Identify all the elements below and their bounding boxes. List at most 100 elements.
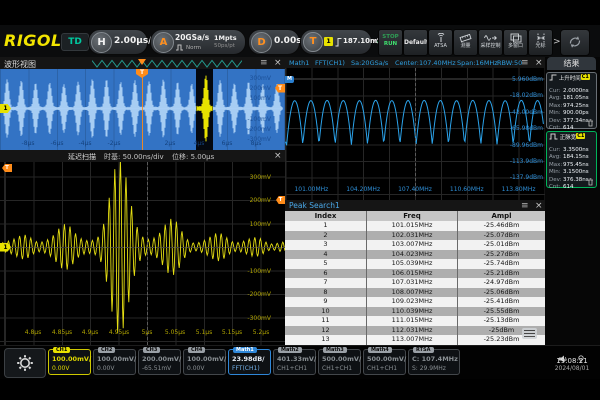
zoom-x-label: 5.05μs	[165, 329, 185, 336]
table-cell: -24.97dBm	[458, 278, 545, 288]
cursor-button[interactable]: 光标	[528, 29, 553, 56]
waveform-plot-area[interactable]: T 1 T 300mV200mV100mV-100mV-200mV-300mV-…	[0, 69, 285, 150]
table-row[interactable]: 2102.031MHz-25.07dBm	[285, 231, 545, 241]
delayed-sweep-header[interactable]: 延迟扫描 时基: 50.00ns/div 位移: 5.00μs ×	[0, 150, 285, 162]
peak-menu-icon[interactable]: ≡	[521, 201, 529, 211]
table-row[interactable]: 5105.039MHz-25.74dBm	[285, 259, 545, 269]
acquisition-settings-button[interactable]: 采样控制	[478, 29, 503, 56]
wave-y-label: -200mV	[247, 126, 271, 133]
fft-y-label: -89.96dBm	[510, 142, 543, 149]
clock-block[interactable]: 19:08:21 2024/08/01	[546, 348, 598, 376]
math1-position-marker[interactable]: M	[285, 76, 294, 83]
delayed-sweep-plot-area[interactable]: T 1 T 300mV200mV100mV-100mV-200mV-300mV4…	[0, 162, 285, 345]
zoom-y-label: -100mV	[247, 268, 271, 275]
channel-box-math2[interactable]: Math2401.33mV/CH1+CH1	[273, 349, 316, 375]
channel-tab: CH3	[143, 347, 160, 353]
table-cell: -25.13dBm	[458, 316, 545, 326]
channel-scale: 23.98dB/	[232, 355, 265, 363]
peak-close-icon[interactable]: ×	[535, 201, 543, 211]
sync-button[interactable]	[560, 29, 590, 56]
gear-icon	[16, 354, 34, 372]
table-cell: -25.07dBm	[458, 231, 545, 241]
channel-box-math4[interactable]: Math4500.00mV/CH1+CH1	[363, 349, 406, 375]
zoom-close-icon[interactable]: ×	[274, 151, 282, 161]
channel-box-rtsa[interactable]: RTSAC: 107.4MHzS: 29.9MHz	[408, 349, 460, 375]
fft-y-label: -18.02dBm	[510, 92, 543, 99]
atsa-button[interactable]: ATSA	[428, 29, 453, 56]
table-cell: 110.039MHz	[367, 307, 458, 317]
table-cell: 9	[285, 297, 367, 307]
h-knob[interactable]: H	[91, 32, 112, 53]
fft-plot-area[interactable]: M 5.960dBm-18.02dBm-42.00dBm-65.98dBm-89…	[285, 68, 545, 200]
table-row[interactable]: 11111.015MHz-25.13dBm	[285, 316, 545, 326]
channel-box-ch1[interactable]: CH1100.00mV/Ω0.00V	[48, 349, 91, 375]
fft-y-label: 5.960dBm	[512, 76, 543, 83]
run-stop-button[interactable]: STOP RUN	[378, 29, 403, 56]
peak-search-title: Peak Search1	[289, 201, 340, 210]
memory-overview-strip[interactable]	[92, 59, 242, 68]
waveform-view-header[interactable]: 波形视图 ≡ ×	[0, 57, 285, 69]
d-knob[interactable]: D	[251, 32, 272, 53]
table-row[interactable]: 4104.023MHz-25.27dBm	[285, 250, 545, 260]
a-knob[interactable]: A	[153, 32, 174, 53]
zoom-y-label: -200mV	[247, 291, 271, 298]
table-row[interactable]: 6106.015MHz-25.21dBm	[285, 269, 545, 279]
channel-offset: FFT(CH1)	[232, 365, 260, 372]
waveview-menu-icon[interactable]: ≡	[260, 58, 268, 68]
delete-card-icon[interactable]	[587, 119, 594, 127]
settings-button[interactable]	[4, 348, 46, 378]
table-row[interactable]: 13113.007MHz-25.23dBm	[285, 335, 545, 345]
table-row[interactable]: 12112.031MHz-25dBm	[285, 326, 545, 336]
table-row[interactable]: 9109.023MHz-25.41dBm	[285, 297, 545, 307]
t-knob[interactable]: T	[303, 32, 323, 52]
fft-menu-icon[interactable]: ≡	[521, 58, 529, 68]
channel-box-ch2[interactable]: CH2100.00mV/0.00V	[93, 349, 136, 375]
table-cell: 4	[285, 250, 367, 260]
fft-mode-label: FFT(CH1)	[315, 59, 345, 67]
table-scroll-handle[interactable]	[522, 328, 537, 339]
multi-window-button[interactable]: 多窗口	[503, 29, 528, 56]
measure-button[interactable]: 测量	[453, 29, 478, 56]
table-cell: -25.01dBm	[458, 240, 545, 250]
antenna-icon	[435, 33, 447, 43]
wave-x-label: 6μs	[222, 140, 233, 147]
table-cell: 101.015MHz	[367, 221, 458, 231]
measurement-card-risetime[interactable]: 上升时间C1 Cur:2.0000nsAvg:181.05nsMax:974.2…	[546, 72, 597, 129]
channel-offset: CH1+CH1	[367, 365, 397, 372]
delay-control[interactable]: D 0.00s	[248, 29, 300, 55]
table-cell: 12	[285, 326, 367, 336]
channel-offset: -65.51mV	[142, 365, 171, 372]
timebase-value: 2.00μs/	[114, 36, 151, 46]
fft-close-icon[interactable]: ×	[535, 58, 543, 68]
table-row[interactable]: 10110.039MHz-25.55dBm	[285, 307, 545, 317]
zoomed-am-waveform	[0, 162, 285, 345]
default-button[interactable]: Default	[403, 29, 428, 56]
zoom-x-label: 4.95μs	[109, 329, 129, 336]
channel-tab: RTSA	[413, 347, 434, 353]
measurement-card-pulsewidth[interactable]: 正脉宽C1 Cur:3.3500nsAvg:184.15nsMax:975.45…	[546, 131, 597, 188]
peak-search-header[interactable]: Peak Search1 ≡ ×	[285, 200, 545, 211]
sampling-icon	[484, 33, 497, 43]
table-row[interactable]: 8108.007MHz-25.06dBm	[285, 288, 545, 298]
delete-card-icon[interactable]	[587, 178, 594, 186]
channel-tab: Math2	[278, 347, 302, 353]
trigger-control[interactable]: T 1 187.10mV A	[300, 29, 372, 55]
wave-x-label: 2μs	[165, 140, 176, 147]
fft-header[interactable]: Math1 FFT(CH1) Sa:20GSa/s Center:107.40M…	[285, 57, 545, 68]
channel-offset: 0.00V	[52, 365, 69, 372]
fft-span-label: Span:16MHz	[457, 59, 498, 67]
horizontal-scale-control[interactable]: H 2.00μs/	[88, 29, 148, 55]
table-row[interactable]: 1101.015MHz-25.46dBm	[285, 221, 545, 231]
table-cell: -25.46dBm	[458, 221, 545, 231]
table-cell: -25.06dBm	[458, 288, 545, 298]
channel-tab: Math3	[323, 347, 347, 353]
table-row[interactable]: 3103.007MHz-25.01dBm	[285, 240, 545, 250]
channel-box-ch3[interactable]: CH3200.00mV/Ω-65.51mV	[138, 349, 181, 375]
channel-box-math1[interactable]: Math123.98dB/FFT(CH1)	[228, 349, 271, 375]
acquisition-control[interactable]: A 20GSa/s Norm 1Mpts 50ps/pt	[150, 29, 246, 55]
waveview-close-icon[interactable]: ×	[274, 58, 282, 68]
channel-box-ch4[interactable]: CH4100.00mV/0.00V	[183, 349, 226, 375]
ruler-icon	[459, 33, 472, 43]
table-row[interactable]: 7107.031MHz-24.97dBm	[285, 278, 545, 288]
channel-box-math3[interactable]: Math3500.00mV/CH1+CH1	[318, 349, 361, 375]
